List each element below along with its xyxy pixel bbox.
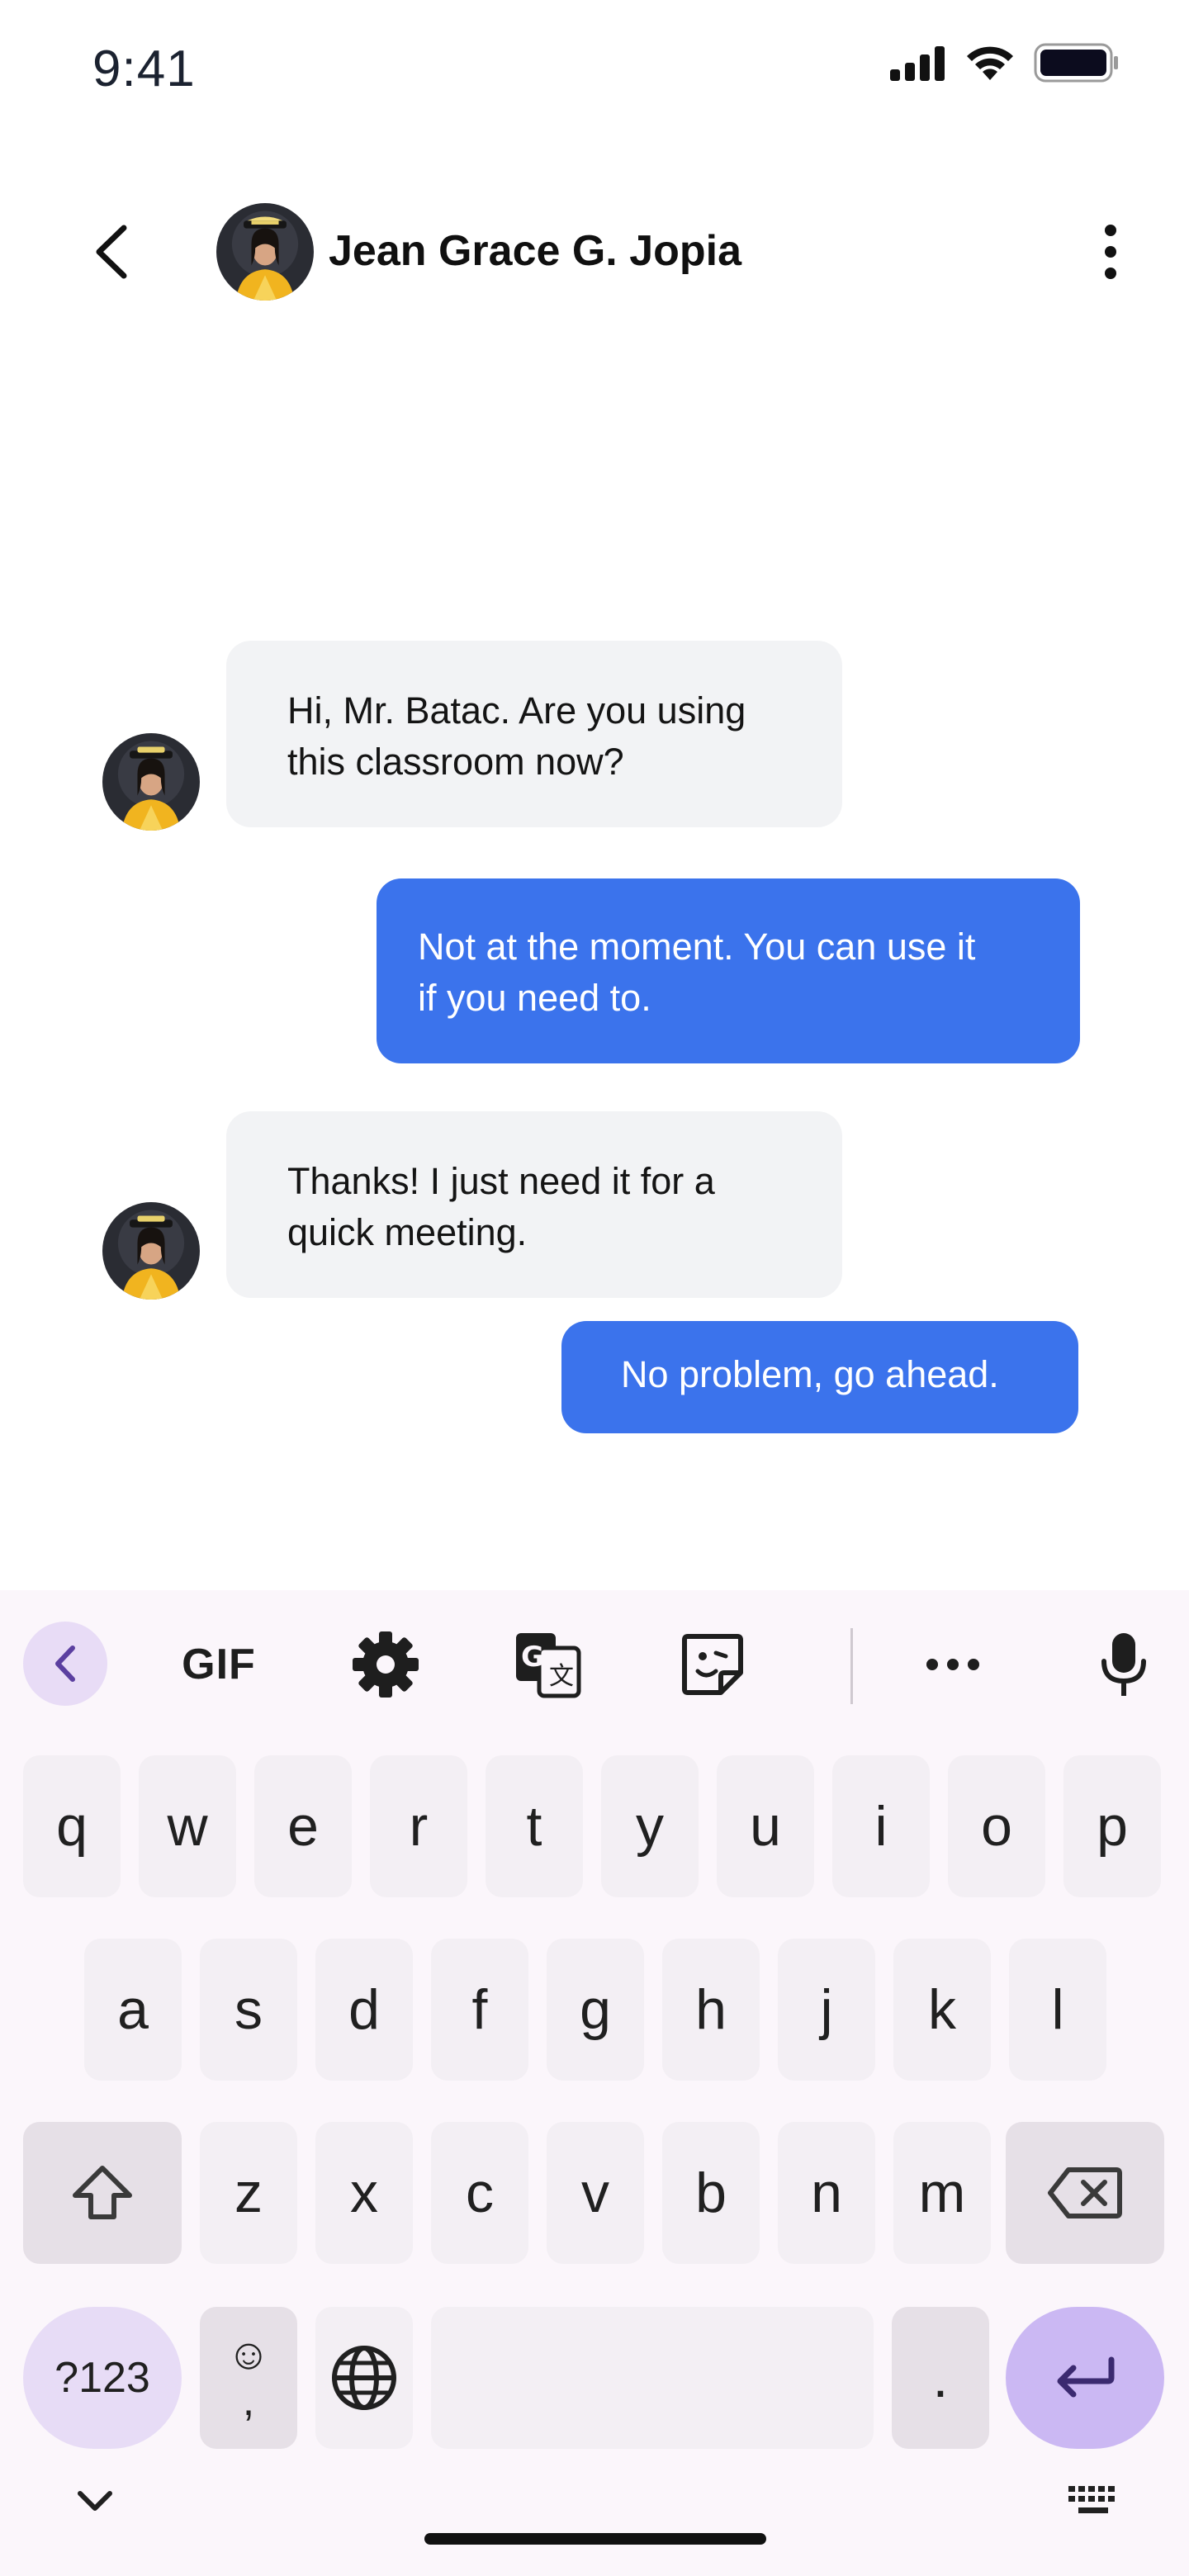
key-p[interactable]: p <box>1063 1755 1161 1897</box>
key-x[interactable]: x <box>315 2122 413 2264</box>
contact-name[interactable]: Jean Grace G. Jopia <box>329 226 741 276</box>
status-time: 9:41 <box>92 40 196 97</box>
key-m[interactable]: m <box>893 2122 991 2264</box>
enter-key[interactable] <box>1006 2307 1164 2449</box>
key-a[interactable]: a <box>84 1939 182 2081</box>
message-bubble-incoming[interactable]: Hi, Mr. Batac. Are you using this classr… <box>226 641 842 827</box>
key-z[interactable]: z <box>200 2122 297 2264</box>
home-indicator[interactable] <box>424 2533 766 2545</box>
space-key[interactable] <box>431 2307 874 2449</box>
key-b[interactable]: b <box>662 2122 760 2264</box>
message-line: No problem, go ahead. <box>621 1353 999 1395</box>
contact-avatar[interactable] <box>216 203 314 301</box>
more-horizontal-icon <box>926 1659 979 1670</box>
backspace-icon <box>1048 2167 1122 2218</box>
message-line: if you need to. <box>418 977 651 1019</box>
battery-icon <box>1034 43 1118 83</box>
hide-keyboard-button[interactable] <box>66 2472 124 2530</box>
svg-text:文: 文 <box>549 1662 574 1691</box>
key-s[interactable]: s <box>200 1939 297 2081</box>
emoji-key[interactable]: ☺ , <box>200 2307 297 2449</box>
chevron-left-icon <box>55 1646 75 1682</box>
key-e[interactable]: e <box>254 1755 352 1897</box>
sticker-icon <box>682 1634 743 1695</box>
shift-icon <box>73 2166 132 2219</box>
message-bubble-outgoing[interactable]: No problem, go ahead. <box>561 1321 1078 1433</box>
shift-key[interactable] <box>23 2122 182 2264</box>
translate-button[interactable]: G 文 <box>502 1623 593 1706</box>
keyboard-icon <box>1068 2486 1115 2513</box>
back-button[interactable] <box>74 215 149 289</box>
key-g[interactable]: g <box>547 1939 644 2081</box>
key-y[interactable]: y <box>601 1755 699 1897</box>
translate-icon: G 文 <box>516 1633 581 1698</box>
more-tools-button[interactable] <box>912 1623 994 1706</box>
toolbar-divider <box>850 1628 853 1704</box>
key-q[interactable]: q <box>23 1755 121 1897</box>
more-options-button[interactable] <box>1073 215 1148 289</box>
message-bubble-outgoing[interactable]: Not at the moment. You can use it if you… <box>377 878 1080 1063</box>
key-v[interactable]: v <box>547 2122 644 2264</box>
message-line: Hi, Mr. Batac. Are you using <box>287 689 746 732</box>
message-avatar[interactable] <box>102 733 200 831</box>
key-o[interactable]: o <box>948 1755 1045 1897</box>
chat-header: Jean Grace G. Jopia <box>0 190 1189 314</box>
message-line: quick meeting. <box>287 1211 528 1253</box>
key-k[interactable]: k <box>893 1939 991 2081</box>
key-u[interactable]: u <box>717 1755 814 1897</box>
enter-icon <box>1057 2356 1115 2398</box>
microphone-icon <box>1101 1633 1146 1696</box>
key-l[interactable]: l <box>1009 1939 1106 2081</box>
keyboard-nav-row <box>0 2472 1189 2576</box>
message-line: Thanks! I just need it for a <box>287 1160 715 1202</box>
signal-icon <box>890 46 945 81</box>
globe-icon <box>332 2346 396 2410</box>
symbols-key[interactable]: ?123 <box>23 2307 182 2449</box>
key-h[interactable]: h <box>662 1939 760 2081</box>
status-icons <box>888 43 1120 83</box>
key-w[interactable]: w <box>139 1755 236 1897</box>
comma-label: , <box>242 2377 255 2425</box>
backspace-key[interactable] <box>1006 2122 1164 2264</box>
key-f[interactable]: f <box>431 1939 528 2081</box>
key-n[interactable]: n <box>778 2122 875 2264</box>
emoji-icon: ☺ <box>226 2331 271 2379</box>
more-vertical-icon <box>1105 225 1116 279</box>
voice-input-button[interactable] <box>1087 1623 1161 1706</box>
settings-icon <box>353 1631 419 1698</box>
wifi-icon <box>967 46 1013 80</box>
message-bubble-incoming[interactable]: Thanks! I just need it for a quick meeti… <box>226 1111 842 1298</box>
avatar-photo <box>102 1202 200 1300</box>
keyboard: GIF G 文 q w e r t y u i o p a s d f g h … <box>0 1590 1189 2576</box>
message-avatar[interactable] <box>102 1202 200 1300</box>
chevron-left-icon <box>96 225 127 279</box>
switch-keyboard-button[interactable] <box>1060 2472 1126 2530</box>
gif-label: GIF <box>182 1641 256 1688</box>
key-j[interactable]: j <box>778 1939 875 2081</box>
svg-text:G: G <box>521 1641 544 1674</box>
language-key[interactable] <box>315 2307 413 2449</box>
sticker-button[interactable] <box>667 1623 758 1706</box>
avatar-photo <box>216 203 314 301</box>
avatar-photo <box>102 733 200 831</box>
gif-button[interactable]: GIF <box>165 1623 272 1706</box>
key-c[interactable]: c <box>431 2122 528 2264</box>
message-line: Not at the moment. You can use it <box>418 926 976 968</box>
status-bar: 9:41 <box>0 0 1189 140</box>
key-r[interactable]: r <box>370 1755 467 1897</box>
keyboard-collapse-toolbar-button[interactable] <box>23 1622 107 1706</box>
settings-button[interactable] <box>340 1623 431 1706</box>
period-key[interactable]: . <box>892 2307 989 2449</box>
message-line: this classroom now? <box>287 741 624 783</box>
key-i[interactable]: i <box>832 1755 930 1897</box>
key-t[interactable]: t <box>486 1755 583 1897</box>
chevron-down-icon <box>78 2491 112 2511</box>
key-d[interactable]: d <box>315 1939 413 2081</box>
